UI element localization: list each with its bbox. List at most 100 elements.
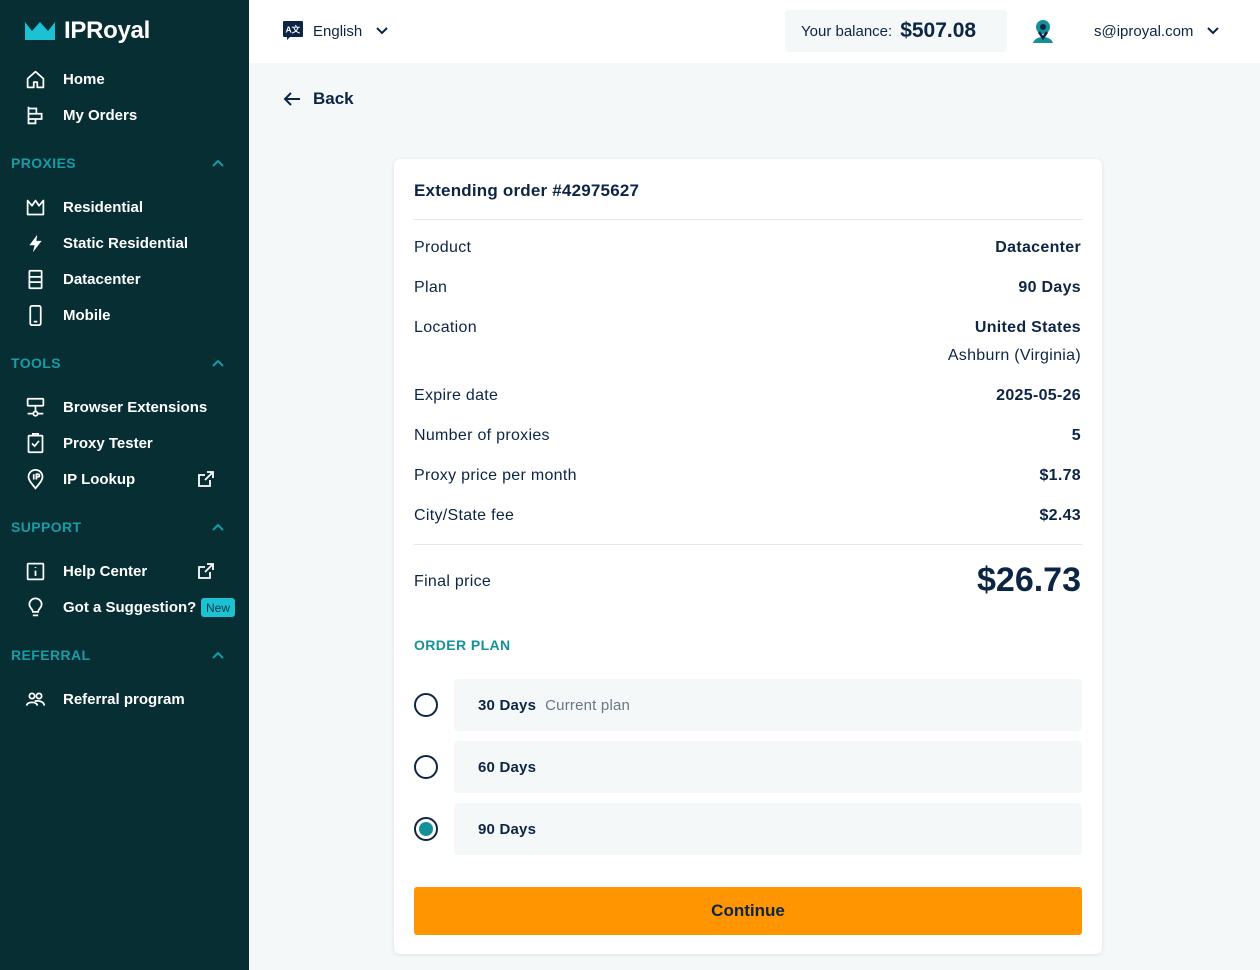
topbar: A文 English Your balance: $507.08 s@iproy… xyxy=(249,0,1260,63)
order-extension-card: Extending order #42975627 Product Datace… xyxy=(394,159,1102,954)
sidebar-item-label: Referral program xyxy=(63,690,185,708)
server-icon xyxy=(24,268,46,290)
arrow-left-icon xyxy=(283,92,300,106)
location-value: United States xyxy=(974,319,1081,336)
checklist-icon xyxy=(24,432,46,454)
orders-icon xyxy=(24,104,46,126)
card-title: Extending order #42975627 xyxy=(414,181,640,200)
sidebar-item-my-orders[interactable]: My Orders xyxy=(24,101,137,129)
product-value: Datacenter xyxy=(995,239,1081,256)
expire-date-label: Expire date xyxy=(414,387,499,404)
sidebar-item-residential[interactable]: Residential xyxy=(24,193,143,221)
divider xyxy=(414,544,1082,545)
city-fee-value: $2.43 xyxy=(1039,507,1081,524)
plan-label: Plan xyxy=(414,279,448,296)
logo-text: IPRoyal xyxy=(64,17,150,44)
city-fee-label: City/State fee xyxy=(414,507,515,524)
chevron-up-icon xyxy=(212,523,224,531)
chevron-down-icon xyxy=(1207,27,1220,35)
chevron-up-icon xyxy=(212,651,224,659)
section-title: SUPPORT xyxy=(11,519,82,535)
sidebar-item-label: Home xyxy=(63,70,105,88)
plan-name: 60 Days xyxy=(478,758,537,776)
price-per-month-label: Proxy price per month xyxy=(414,467,577,484)
sidebar-item-mobile[interactable]: Mobile xyxy=(24,301,111,329)
sidebar-item-ip-lookup[interactable]: IP Lookup xyxy=(24,465,135,493)
product-label: Product xyxy=(414,239,472,256)
expire-date-value: 2025-05-26 xyxy=(996,387,1081,404)
plan-option-60-days[interactable]: 60 Days xyxy=(454,741,1082,793)
sidebar-item-label: Browser Extensions xyxy=(63,398,208,416)
network-icon xyxy=(24,396,46,418)
sidebar-item-static-residential[interactable]: Static Residential xyxy=(24,229,188,257)
external-link-icon[interactable] xyxy=(197,562,215,580)
section-header-support[interactable]: SUPPORT xyxy=(11,516,225,538)
section-header-proxies[interactable]: PROXIES xyxy=(11,152,225,174)
continue-button[interactable]: Continue xyxy=(414,887,1082,935)
sidebar-item-label: Datacenter xyxy=(63,270,141,288)
plan-option-30-days[interactable]: 30 Days Current plan xyxy=(454,679,1082,731)
balance-value: $507.08 xyxy=(900,19,977,42)
plan-option-90-days[interactable]: 90 Days xyxy=(454,803,1082,855)
language-selector[interactable]: A文 English xyxy=(283,20,388,42)
final-price-value: $26.73 xyxy=(977,561,1081,599)
plan-radio-90-days[interactable] xyxy=(414,817,438,841)
current-plan-note: Current plan xyxy=(545,696,631,714)
sidebar-item-label: Residential xyxy=(63,198,144,216)
balance-label: Your balance: xyxy=(801,22,893,40)
verified-user-icon[interactable] xyxy=(1032,19,1054,45)
location-city: Ashburn (Virginia) xyxy=(947,347,1081,364)
info-icon xyxy=(24,560,46,582)
sidebar-item-home[interactable]: Home xyxy=(24,65,105,93)
section-header-tools[interactable]: TOOLS xyxy=(11,352,225,374)
plan-radio-60-days[interactable] xyxy=(414,755,438,779)
users-icon xyxy=(24,688,46,710)
ip-pin-icon xyxy=(24,468,46,490)
chevron-down-icon xyxy=(376,27,388,35)
sidebar-item-label: Got a Suggestion? xyxy=(63,598,197,616)
plan-radio-30-days[interactable] xyxy=(414,693,438,717)
order-plan-header: ORDER PLAN xyxy=(414,637,511,653)
location-label: Location xyxy=(414,319,477,336)
logo[interactable]: IPRoyal xyxy=(24,16,150,46)
sidebar-item-proxy-tester[interactable]: Proxy Tester xyxy=(24,429,153,457)
crown-icon xyxy=(24,196,46,218)
proxy-count-label: Number of proxies xyxy=(414,427,550,444)
mobile-icon xyxy=(24,304,46,326)
back-button[interactable]: Back xyxy=(283,88,354,110)
svg-text:A文: A文 xyxy=(286,25,301,35)
price-per-month-value: $1.78 xyxy=(1039,467,1081,484)
translate-icon: A文 xyxy=(283,21,303,40)
section-title: TOOLS xyxy=(11,355,61,371)
sidebar-item-suggestion[interactable]: Got a Suggestion? xyxy=(24,593,196,621)
section-title: PROXIES xyxy=(11,155,77,171)
sidebar-item-datacenter[interactable]: Datacenter xyxy=(24,265,141,293)
bolt-icon xyxy=(24,232,46,254)
plan-value: 90 Days xyxy=(1018,279,1081,296)
lightbulb-icon xyxy=(24,596,46,618)
sidebar-item-label: Help Center xyxy=(63,562,148,580)
plan-name: 90 Days xyxy=(478,820,537,838)
chevron-up-icon xyxy=(212,359,224,367)
chevron-up-icon xyxy=(212,159,224,167)
section-header-referral[interactable]: REFERRAL xyxy=(11,644,225,666)
sidebar-item-label: Static Residential xyxy=(63,234,189,252)
home-icon xyxy=(24,68,46,90)
sidebar-item-browser-extensions[interactable]: Browser Extensions xyxy=(24,393,207,421)
sidebar: IPRoyal Home My Orders PROXIES Residenti… xyxy=(0,0,249,970)
sidebar-item-help-center[interactable]: Help Center xyxy=(24,557,147,585)
crown-logo-icon xyxy=(25,22,55,40)
divider xyxy=(414,219,1082,220)
plan-name: 30 Days xyxy=(478,696,537,714)
language-label: English xyxy=(313,22,363,40)
sidebar-item-label: Proxy Tester xyxy=(63,434,153,452)
external-link-icon[interactable] xyxy=(197,470,215,488)
section-title: REFERRAL xyxy=(11,647,91,663)
user-menu[interactable]: s@iproyal.com xyxy=(1094,20,1220,42)
back-label: Back xyxy=(313,89,354,108)
sidebar-item-referral-program[interactable]: Referral program xyxy=(24,685,185,713)
sidebar-item-label: My Orders xyxy=(63,106,138,124)
balance-display: Your balance: $507.08 xyxy=(785,10,1007,52)
final-price-label: Final price xyxy=(414,573,492,590)
sidebar-item-label: Mobile xyxy=(63,306,111,324)
